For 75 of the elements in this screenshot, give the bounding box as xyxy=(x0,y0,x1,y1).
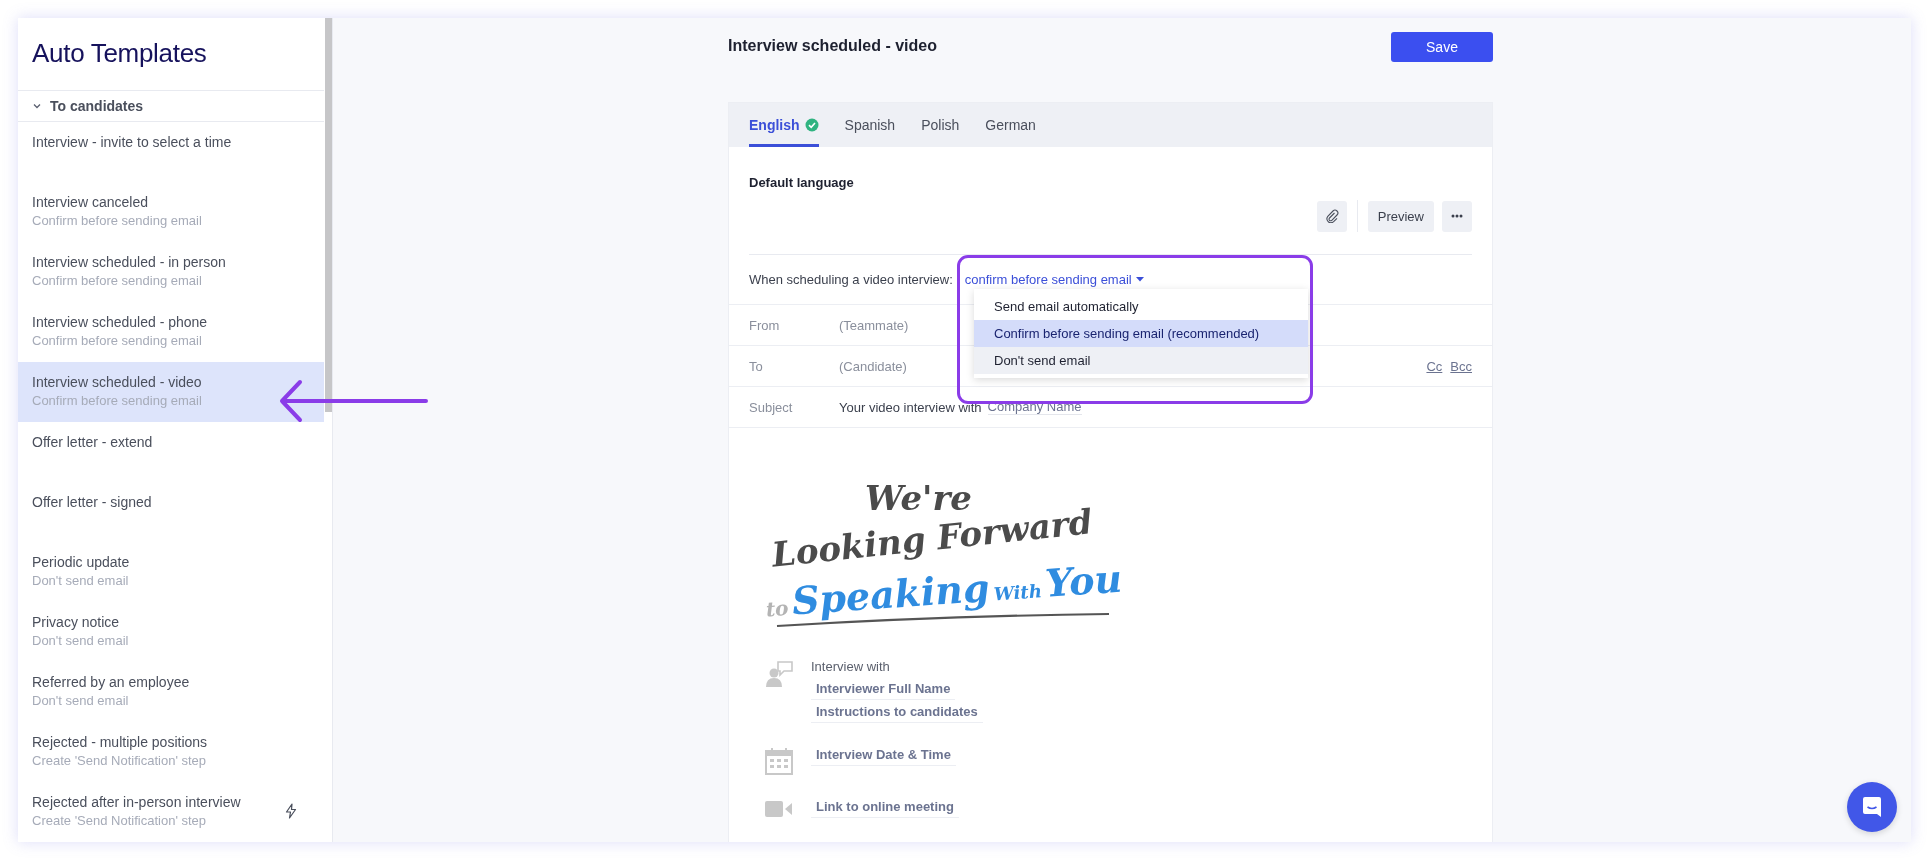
template-title: Interview canceled xyxy=(32,193,149,212)
placeholder-token[interactable]: Link to online meeting xyxy=(811,796,959,818)
person-speech-icon xyxy=(765,660,793,688)
section-label: Default language xyxy=(749,175,855,190)
group-header[interactable]: To candidates xyxy=(18,91,324,122)
save-button[interactable]: Save xyxy=(1391,32,1493,62)
template-title: Periodic update xyxy=(32,553,130,572)
language-tab[interactable]: Spanish xyxy=(844,103,896,147)
template-item[interactable]: Interview - invite to select a time xyxy=(18,122,324,182)
template-subtitle: Confirm before sending email xyxy=(32,272,203,289)
template-title: Referred by an employee xyxy=(32,673,190,692)
template-subtitle: Confirm before sending email xyxy=(32,212,202,229)
template-item[interactable]: Privacy notice Don't send email xyxy=(18,602,324,662)
template-item[interactable]: Referred by an employee Don't send email xyxy=(18,662,324,722)
scrollbar[interactable] xyxy=(325,18,332,412)
template-title: Interview scheduled - video xyxy=(32,373,202,392)
language-tab[interactable]: English xyxy=(749,103,819,147)
group-label: To candidates xyxy=(50,98,144,114)
banner-text: Speaking xyxy=(790,564,991,624)
paperclip-icon xyxy=(1324,209,1339,223)
menu-option[interactable]: Confirm before sending email (recommended) xyxy=(974,320,1308,347)
template-item[interactable]: Offer letter - extend xyxy=(18,422,324,482)
template-title: Offer letter - signed xyxy=(32,493,152,512)
caret-icon xyxy=(1135,277,1144,282)
preview-button[interactable]: Preview xyxy=(1367,200,1434,232)
template-item[interactable]: Interview scheduled - in person Confirm before sending email xyxy=(18,242,324,302)
menu-option[interactable]: Send email automatically xyxy=(974,293,1308,320)
field-label: To xyxy=(749,358,764,374)
field-label: Subject xyxy=(749,399,794,415)
template-title: Rejected after in-person interview xyxy=(32,793,241,812)
template-subtitle: Don't send email xyxy=(32,572,130,589)
sidebar-title: Auto Templates xyxy=(18,18,324,91)
calendar-icon xyxy=(765,747,793,775)
template-subtitle: Create 'Send Notification' step xyxy=(32,812,208,829)
template-item[interactable]: Interview scheduled - video Confirm before sending email xyxy=(18,362,324,422)
template-subtitle: Create 'Send Notification' step xyxy=(32,752,208,769)
field-label: From xyxy=(749,317,781,333)
template-title: Offer letter - extend xyxy=(32,433,153,452)
banner-text: You xyxy=(1043,555,1124,606)
template-title: Interview scheduled - in person xyxy=(32,253,226,272)
chat-icon xyxy=(1862,796,1882,818)
template-item[interactable]: Interview canceled Confirm before sending email xyxy=(18,182,324,242)
banner-text: With xyxy=(993,580,1043,605)
rule-text: When scheduling a video interview: xyxy=(749,272,953,287)
rule-dropdown[interactable]: confirm before sending email xyxy=(964,272,1144,287)
template-title: Interview - invite to select a time xyxy=(32,133,232,152)
placeholder-token[interactable]: Interview Date & Time xyxy=(811,744,956,766)
template-heading: Interview scheduled - video xyxy=(728,36,937,55)
banner-text: to xyxy=(765,595,790,622)
more-icon xyxy=(1451,214,1463,218)
template-item[interactable]: Periodic update Don't send email xyxy=(18,542,324,602)
template-item[interactable]: Rejected - multiple positions Create 'Send Notification' step xyxy=(18,722,324,782)
language-tab[interactable]: German xyxy=(985,103,1036,147)
template-item[interactable]: Interview scheduled - phone Confirm before sending email xyxy=(18,302,324,362)
detail-label: Interview with xyxy=(811,658,891,676)
template-item[interactable]: Rejected after in-person interview Create 'Send Notification' step xyxy=(18,782,324,842)
placeholder-token[interactable]: Interviewer Full Name xyxy=(811,678,956,700)
menu-option[interactable]: Don't send email xyxy=(974,347,1308,374)
template-title: Interview scheduled - phone xyxy=(32,313,208,332)
template-subtitle: Confirm before sending email xyxy=(32,392,202,409)
chevron-icon xyxy=(32,101,42,111)
attach-button[interactable] xyxy=(1316,200,1347,232)
template-title: Privacy notice xyxy=(32,613,121,632)
recipient-link[interactable]: Cc xyxy=(1426,358,1443,374)
template-subtitle: Confirm before sending email xyxy=(32,332,203,349)
video-camera-icon xyxy=(765,799,793,819)
template-item[interactable]: Offer letter - signed xyxy=(18,482,324,542)
field-value[interactable]: Your video interview with xyxy=(839,399,982,415)
chat-button[interactable] xyxy=(1847,782,1897,832)
recipient-link[interactable]: Bcc xyxy=(1450,358,1472,374)
template-title: Rejected - multiple positions xyxy=(32,733,208,752)
placeholder-token[interactable]: Instructions to candidates xyxy=(811,701,983,723)
template-subtitle: Don't send email xyxy=(32,632,129,649)
language-tab[interactable]: Polish xyxy=(921,103,960,147)
template-subtitle: Don't send email xyxy=(32,692,130,709)
